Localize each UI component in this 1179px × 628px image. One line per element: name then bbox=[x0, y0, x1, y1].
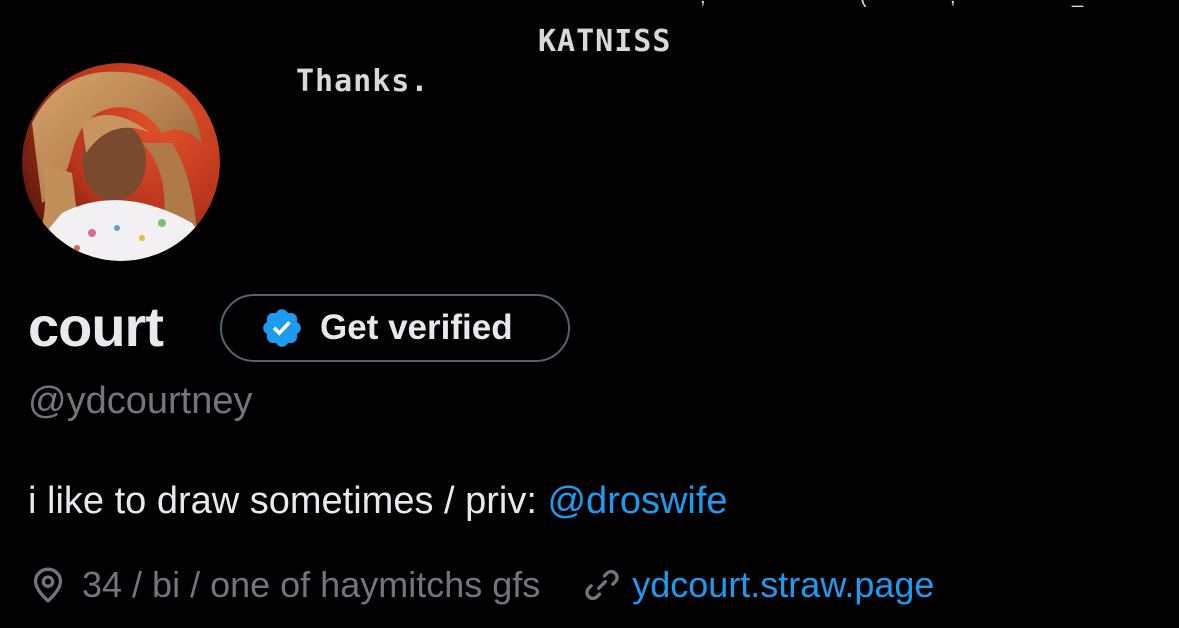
banner-script-line: Thanks. bbox=[296, 64, 430, 99]
display-name: court bbox=[28, 295, 164, 358]
get-verified-label: Get verified bbox=[320, 308, 513, 347]
profile-meta-row: 34 / bi / one of haymitchs gfs ydcourt.s… bbox=[28, 560, 934, 610]
profile-website[interactable]: ydcourt.straw.page bbox=[582, 564, 934, 606]
profile-bio: i like to draw sometimes / priv: @droswi… bbox=[28, 480, 728, 523]
link-icon bbox=[585, 570, 619, 600]
bio-mention-link[interactable]: @droswife bbox=[547, 480, 727, 522]
verified-badge-icon bbox=[263, 309, 301, 347]
profile-handle: @ydcourtney bbox=[28, 380, 253, 422]
profile-location: 34 / bi / one of haymitchs gfs bbox=[82, 564, 541, 605]
avatar-photo bbox=[22, 63, 220, 261]
location-pin-icon bbox=[33, 567, 63, 604]
banner-partial-glyphs: , ( , _ bbox=[700, 0, 1110, 8]
get-verified-button[interactable]: Get verified bbox=[220, 294, 570, 362]
bio-text: i like to draw sometimes / priv: bbox=[28, 480, 548, 522]
profile-website-link[interactable]: ydcourt.straw.page bbox=[632, 564, 934, 606]
avatar[interactable] bbox=[22, 63, 220, 261]
banner-script-name: KATNISS bbox=[538, 24, 672, 59]
